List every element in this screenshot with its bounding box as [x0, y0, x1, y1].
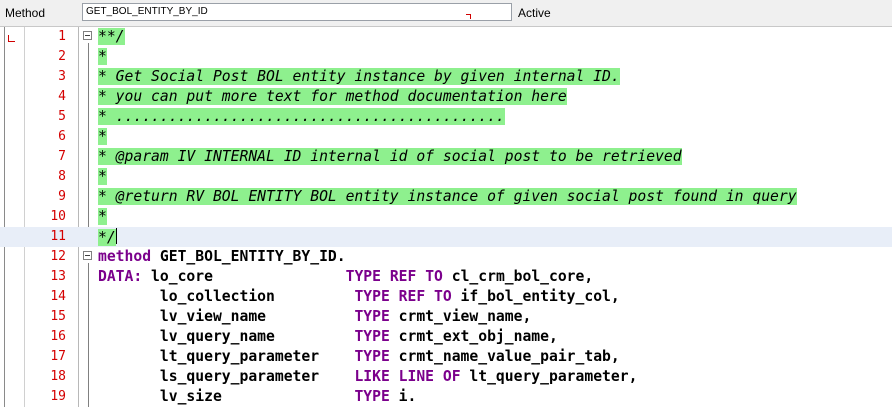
line-number: 3 — [58, 69, 66, 84]
comment-text: * — [98, 168, 107, 185]
variable-name: ls_query_parameter — [98, 368, 355, 385]
code-editor[interactable]: 1 **/ 2 * 3 * Get Social Post BOL entity… — [0, 27, 892, 407]
line-number: 15 — [50, 309, 66, 324]
code-line[interactable]: 6 * — [0, 127, 892, 147]
type-name: crmt_ext_obj_name, — [389, 328, 558, 345]
field-marker-icon — [466, 14, 471, 19]
code-line[interactable]: 14 lo_collection TYPE REF TO if_bol_enti… — [0, 287, 892, 307]
line-number: 19 — [50, 389, 66, 404]
keyword: LIKE LINE OF — [354, 368, 461, 385]
code-line[interactable]: 1 **/ — [0, 27, 892, 47]
line-number: 13 — [50, 269, 66, 284]
comment-text: * @param IV INTERNAL ID internal id of s… — [98, 148, 682, 165]
code-line[interactable]: 4 * you can put more text for method doc… — [0, 87, 892, 107]
line-number: 10 — [50, 209, 66, 224]
fold-collapse-icon[interactable] — [83, 31, 92, 40]
text-cursor — [115, 228, 117, 244]
code-line[interactable]: 5 * ....................................… — [0, 107, 892, 127]
line-number: 9 — [58, 189, 66, 204]
variable-name: lv_query_name — [98, 328, 355, 345]
code-line[interactable]: 7 * @param IV INTERNAL ID internal id of… — [0, 147, 892, 167]
comment-text: * you can put more text for method docum… — [98, 88, 567, 105]
keyword: TYPE — [354, 348, 390, 365]
variable-name: lt_query_parameter — [98, 348, 355, 365]
code-line-current[interactable]: 11 */ — [0, 227, 892, 247]
comment-text: * — [98, 208, 107, 225]
comment-text: **/ — [98, 28, 125, 45]
line-number: 7 — [58, 149, 66, 164]
line-number: 16 — [50, 329, 66, 344]
comment-text: * — [98, 128, 107, 145]
method-label: Method — [5, 6, 46, 20]
keyword: TYPE — [354, 388, 390, 405]
type-name: i. — [389, 388, 417, 405]
line-number: 11 — [50, 229, 66, 244]
keyword: method — [98, 248, 152, 265]
variable-name: lv_view_name — [98, 308, 355, 325]
method-header-bar: Method GET_BOL_ENTITY_BY_ID Active — [0, 0, 892, 27]
fold-collapse-icon[interactable] — [83, 251, 92, 260]
keyword: TYPE REF TO — [354, 288, 452, 305]
line-number: 8 — [58, 169, 66, 184]
line-number: 12 — [50, 249, 66, 264]
line-number: 4 — [58, 89, 66, 104]
line-number: 6 — [58, 129, 66, 144]
type-name: crmt_view_name, — [389, 308, 532, 325]
comment-text: * ......................................… — [98, 108, 505, 125]
variable-name: lo_collection — [98, 288, 355, 305]
status-text: Active — [518, 6, 551, 20]
code-line[interactable]: 2 * — [0, 47, 892, 67]
line-number: 18 — [50, 369, 66, 384]
line-number: 14 — [50, 289, 66, 304]
line-number: 5 — [58, 109, 66, 124]
editor-corner-marker-icon — [8, 35, 15, 42]
keyword: DATA: — [98, 268, 143, 285]
line-number: 1 — [58, 29, 66, 44]
type-name: if_bol_entity_col, — [451, 288, 620, 305]
keyword: TYPE REF TO — [345, 268, 443, 285]
code-line[interactable]: 13 DATA: lo_core TYPE REF TO cl_crm_bol_… — [0, 267, 892, 287]
keyword: TYPE — [354, 328, 390, 345]
comment-text: * — [98, 48, 107, 65]
code-line[interactable]: 18 ls_query_parameter LIKE LINE OF lt_qu… — [0, 367, 892, 387]
code-line[interactable]: 9 * @return RV BOL ENTITY BOL entity ins… — [0, 187, 892, 207]
code-line[interactable]: 12 method GET_BOL_ENTITY_BY_ID. — [0, 247, 892, 267]
code-line[interactable]: 15 lv_view_name TYPE crmt_view_name, — [0, 307, 892, 327]
line-number: 17 — [50, 349, 66, 364]
code-line[interactable]: 3 * Get Social Post BOL entity instance … — [0, 67, 892, 87]
keyword: TYPE — [354, 308, 390, 325]
variable-name: lv_size — [98, 388, 355, 405]
code-line[interactable]: 19 lv_size TYPE i. — [0, 387, 892, 407]
variable-name: lo_core — [142, 268, 346, 285]
type-name: lt_query_parameter, — [460, 368, 638, 385]
type-name: cl_crm_bol_core, — [442, 268, 594, 285]
comment-text: */ — [98, 229, 116, 246]
code-line[interactable]: 8 * — [0, 167, 892, 187]
code-line[interactable]: 17 lt_query_parameter TYPE crmt_name_val… — [0, 347, 892, 367]
comment-text: * Get Social Post BOL entity instance by… — [98, 68, 620, 85]
code-text: GET_BOL_ENTITY_BY_ID. — [151, 248, 346, 265]
comment-text: * @return RV BOL ENTITY BOL entity insta… — [98, 188, 797, 205]
code-line[interactable]: 10 * — [0, 207, 892, 227]
line-number: 2 — [58, 49, 66, 64]
type-name: crmt_name_value_pair_tab, — [389, 348, 620, 365]
method-name-field[interactable]: GET_BOL_ENTITY_BY_ID — [82, 3, 512, 21]
code-line[interactable]: 16 lv_query_name TYPE crmt_ext_obj_name, — [0, 327, 892, 347]
